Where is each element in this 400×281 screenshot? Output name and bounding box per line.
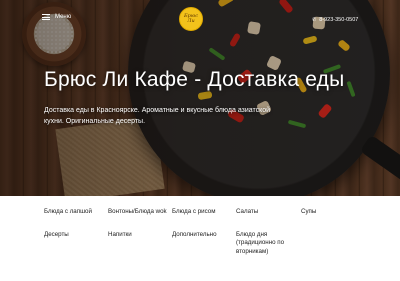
phone-number: 8-923-350-0507 — [319, 17, 359, 23]
category-drinks[interactable]: Напитки — [108, 231, 172, 257]
top-bar: Меню Брюс Ли ✆ 8-923-350-0507 — [0, 0, 400, 40]
category-extras[interactable]: Дополнительно — [172, 231, 236, 257]
hero-banner: Меню Брюс Ли ✆ 8-923-350-0507 Брюс Ли Ка… — [0, 0, 400, 196]
hero-description: Доставка еды в Красноярске. Ароматные и … — [44, 107, 271, 125]
cafe-logo[interactable]: Брюс Ли — [179, 7, 203, 31]
category-menu: Блюда с лапшой Вонтоны/Блюда wok Блюда с… — [44, 208, 374, 256]
menu-button[interactable]: Меню — [42, 14, 71, 20]
category-noodles[interactable]: Блюда с лапшой — [44, 208, 108, 217]
category-salads[interactable]: Салаты — [236, 208, 301, 217]
category-wontons-wok[interactable]: Вонтоны/Блюда wok — [108, 208, 172, 217]
category-rice[interactable]: Блюда с рисом — [172, 208, 236, 217]
hamburger-icon — [42, 14, 50, 20]
menu-label: Меню — [55, 14, 72, 20]
category-soups[interactable]: Супы — [301, 208, 361, 217]
category-desserts[interactable]: Десерты — [44, 231, 108, 257]
phone-link[interactable]: ✆ 8-923-350-0507 — [312, 17, 358, 23]
category-dish-of-day[interactable]: Блюдо дня (традиционно по вторникам) — [236, 231, 301, 257]
phone-icon: ✆ — [312, 17, 317, 23]
logo-text: Брюс Ли — [183, 13, 199, 24]
page-title: Брюс Ли Кафе - Доставка еды — [44, 68, 345, 91]
